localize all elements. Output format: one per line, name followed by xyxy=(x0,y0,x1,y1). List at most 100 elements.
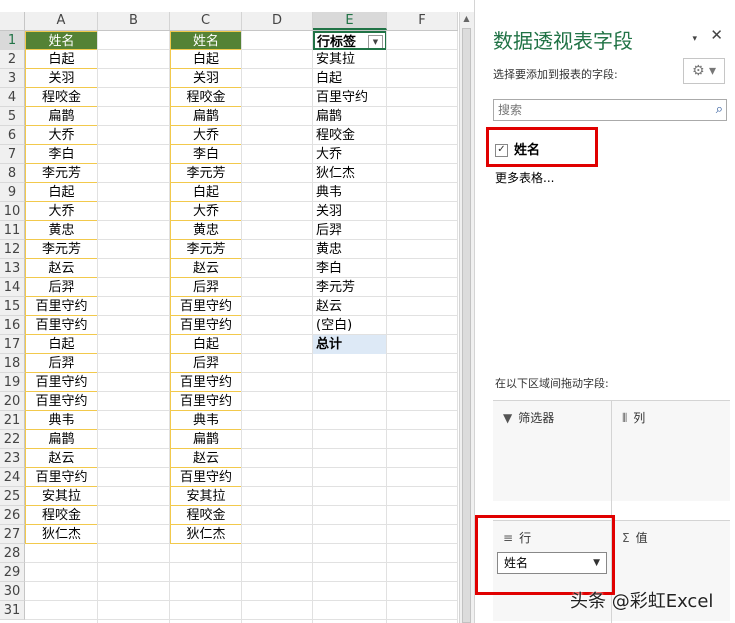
table-cell[interactable]: 安其拉 xyxy=(170,487,242,506)
table-cell[interactable]: 大乔 xyxy=(170,202,242,221)
column-header-b[interactable]: B xyxy=(98,12,170,30)
pivot-row-item[interactable]: 李白 xyxy=(313,259,387,278)
row-header[interactable]: 7 xyxy=(0,145,25,164)
table-cell[interactable]: 李元芳 xyxy=(25,240,98,259)
table-cell[interactable]: 白起 xyxy=(25,335,98,354)
table-cell[interactable]: 黄忠 xyxy=(25,221,98,240)
columns-area[interactable]: ⦀ 列 xyxy=(612,400,730,501)
pivot-row-item[interactable]: 安其拉 xyxy=(313,50,387,69)
table-cell[interactable]: 白起 xyxy=(170,50,242,69)
more-tables-link[interactable]: 更多表格... xyxy=(495,169,554,186)
row-header[interactable]: 29 xyxy=(0,563,25,582)
pivot-row-item[interactable]: 白起 xyxy=(313,69,387,88)
table-cell[interactable]: 典韦 xyxy=(170,411,242,430)
pivot-row-item[interactable]: 黄忠 xyxy=(313,240,387,259)
row-header[interactable]: 30 xyxy=(0,582,25,601)
table-cell[interactable]: 大乔 xyxy=(170,126,242,145)
row-header[interactable]: 1 xyxy=(0,31,25,50)
table-cell[interactable]: 百里守约 xyxy=(25,316,98,335)
select-all-corner[interactable] xyxy=(0,12,25,30)
table-cell[interactable]: 白起 xyxy=(170,183,242,202)
table-cell[interactable]: 百里守约 xyxy=(25,297,98,316)
table-cell[interactable]: 李白 xyxy=(170,145,242,164)
row-header[interactable]: 11 xyxy=(0,221,25,240)
table-cell[interactable]: 后羿 xyxy=(170,278,242,297)
row-header[interactable]: 31 xyxy=(0,601,25,620)
table-cell[interactable]: 赵云 xyxy=(170,259,242,278)
table-cell[interactable]: 安其拉 xyxy=(25,487,98,506)
table-cell[interactable]: 扁鹊 xyxy=(170,107,242,126)
table-cell[interactable]: 李白 xyxy=(25,145,98,164)
table-cell[interactable]: 程咬金 xyxy=(170,88,242,107)
table-cell[interactable]: 狄仁杰 xyxy=(170,525,242,544)
pivot-row-item[interactable]: 百里守约 xyxy=(313,88,387,107)
row-header[interactable]: 25 xyxy=(0,487,25,506)
row-header[interactable]: 9 xyxy=(0,183,25,202)
filters-area[interactable]: ▼ 筛选器 xyxy=(493,400,611,501)
table-cell[interactable]: 赵云 xyxy=(25,449,98,468)
table-cell[interactable]: 李元芳 xyxy=(170,164,242,183)
row-header[interactable]: 15 xyxy=(0,297,25,316)
row-header[interactable]: 2 xyxy=(0,50,25,69)
table-cell[interactable]: 百里守约 xyxy=(25,468,98,487)
table-cell[interactable]: 后羿 xyxy=(170,354,242,373)
pivot-row-item[interactable]: 典韦 xyxy=(313,183,387,202)
table-cell[interactable]: 大乔 xyxy=(25,126,98,145)
column-header-c[interactable]: C xyxy=(170,12,242,30)
table-cell[interactable]: 狄仁杰 xyxy=(25,525,98,544)
table-cell[interactable]: 赵云 xyxy=(170,449,242,468)
scroll-up-icon[interactable]: ▲ xyxy=(462,14,471,23)
row-header[interactable]: 10 xyxy=(0,202,25,221)
table-cell[interactable]: 百里守约 xyxy=(25,392,98,411)
pivot-row-item[interactable]: 程咬金 xyxy=(313,126,387,145)
column-header-d[interactable]: D xyxy=(242,12,313,30)
row-header[interactable]: 8 xyxy=(0,164,25,183)
column-header-e[interactable]: E xyxy=(313,12,387,30)
table-cell[interactable]: 白起 xyxy=(25,183,98,202)
table-cell[interactable]: 百里守约 xyxy=(170,297,242,316)
table-cell[interactable]: 李元芳 xyxy=(25,164,98,183)
table-cell[interactable]: 程咬金 xyxy=(25,88,98,107)
table-cell[interactable]: 黄忠 xyxy=(170,221,242,240)
pivot-row-labels-header[interactable]: 行标签 ▼ xyxy=(313,31,387,50)
table-cell[interactable]: 百里守约 xyxy=(170,316,242,335)
row-header[interactable]: 19 xyxy=(0,373,25,392)
search-icon[interactable]: ⌕ xyxy=(716,102,723,117)
table-cell[interactable]: 扁鹊 xyxy=(170,430,242,449)
scroll-thumb[interactable] xyxy=(462,28,471,623)
row-header[interactable]: 16 xyxy=(0,316,25,335)
pivot-row-item[interactable]: 大乔 xyxy=(313,145,387,164)
row-header[interactable]: 20 xyxy=(0,392,25,411)
row-header[interactable]: 18 xyxy=(0,354,25,373)
table-cell[interactable]: 百里守约 xyxy=(25,373,98,392)
table-cell[interactable]: 后羿 xyxy=(25,278,98,297)
column-header-f[interactable]: F xyxy=(387,12,458,30)
row-header[interactable]: 24 xyxy=(0,468,25,487)
table-cell[interactable]: 关羽 xyxy=(25,69,98,88)
pivot-row-item[interactable]: 李元芳 xyxy=(313,278,387,297)
table-cell[interactable]: 赵云 xyxy=(25,259,98,278)
table-header-cell[interactable]: 姓名 xyxy=(25,31,98,50)
pivot-row-item[interactable]: 赵云 xyxy=(313,297,387,316)
spreadsheet[interactable]: ABCDEF 1 2 3 4 5 6 7 8 9 10 11 12 13 14 15 16 17 18 19 20 21… xyxy=(0,0,458,623)
row-header[interactable]: 21 xyxy=(0,411,25,430)
pivot-row-item[interactable]: (空白) xyxy=(313,316,387,335)
filter-dropdown-icon[interactable]: ▼ xyxy=(368,35,383,48)
table-cell[interactable]: 李元芳 xyxy=(170,240,242,259)
pivot-row-item[interactable]: 扁鹊 xyxy=(313,107,387,126)
row-header[interactable]: 6 xyxy=(0,126,25,145)
row-header[interactable]: 17 xyxy=(0,335,25,354)
row-header[interactable]: 3 xyxy=(0,69,25,88)
row-header[interactable]: 23 xyxy=(0,449,25,468)
table-cell[interactable]: 关羽 xyxy=(170,69,242,88)
pivot-row-item[interactable]: 后羿 xyxy=(313,221,387,240)
row-header[interactable]: 26 xyxy=(0,506,25,525)
row-header[interactable]: 4 xyxy=(0,88,25,107)
table-cell[interactable]: 百里守约 xyxy=(170,373,242,392)
row-header[interactable]: 13 xyxy=(0,259,25,278)
row-header[interactable]: 12 xyxy=(0,240,25,259)
gear-icon[interactable]: ⚙ ▾ xyxy=(683,58,725,84)
table-cell[interactable]: 百里守约 xyxy=(170,468,242,487)
close-icon[interactable]: ✕ xyxy=(710,26,723,44)
table-cell[interactable]: 后羿 xyxy=(25,354,98,373)
